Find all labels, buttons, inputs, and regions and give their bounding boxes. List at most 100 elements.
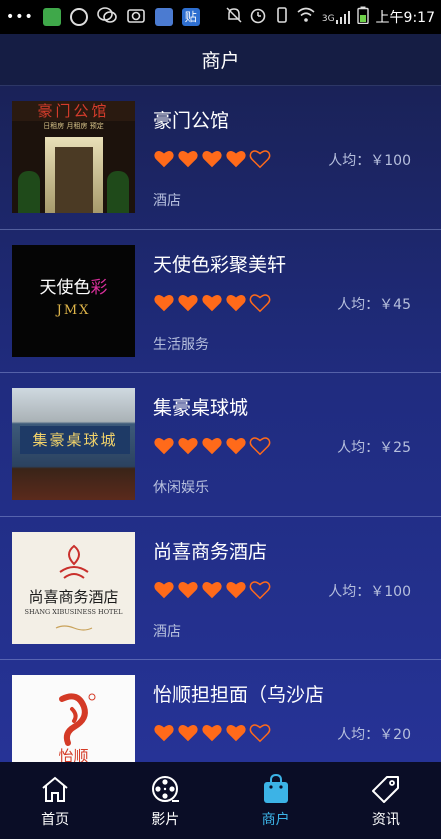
heart-filled-icon — [177, 435, 199, 457]
clock: 上午9:17 — [375, 10, 435, 26]
merchant-name: 天使色彩聚美轩 — [153, 253, 287, 276]
thumbnail-logo-text: 怡顺 — [58, 747, 89, 762]
wechat-green-icon — [42, 8, 61, 26]
tieba-icon: 贴 — [181, 8, 200, 26]
heart-filled-icon — [201, 148, 223, 170]
tab-news[interactable]: 资讯 — [331, 762, 441, 839]
rating-hearts — [153, 722, 271, 744]
merchant-name: 尚喜商务酒店 — [153, 540, 268, 563]
tab-merchants[interactable]: 商户 — [221, 762, 331, 839]
tab-home[interactable]: 首页 — [0, 762, 110, 839]
merchant-item[interactable]: 豪门公馆 日租房 月租房 预定 豪门公馆 人均：￥100 酒店 — [0, 86, 441, 230]
heart-filled-icon — [153, 148, 175, 170]
merchant-thumbnail: 集豪桌球城 — [12, 388, 135, 500]
merchant-category: 酒店 — [153, 623, 181, 640]
tab-label: 商户 — [261, 811, 290, 828]
thumbnail-sign: 豪门公馆 — [12, 101, 135, 121]
heart-filled-icon — [153, 579, 175, 601]
merchant-name: 集豪桌球城 — [153, 397, 249, 419]
heart-empty-icon — [249, 579, 271, 601]
heart-filled-icon — [177, 292, 199, 314]
cloud-icon — [154, 8, 173, 26]
page-title: 商户 — [201, 50, 240, 72]
film-reel-icon — [149, 773, 181, 805]
merchant-name: 怡顺担担面（乌沙店 — [153, 684, 325, 706]
heart-filled-icon — [153, 722, 175, 744]
thumbnail-logo-text: 天使色彩 — [12, 273, 135, 298]
thumbnail-sub: 日租房 月租房 预定 — [43, 122, 104, 130]
camera-icon — [126, 6, 146, 28]
heart-filled-icon — [225, 148, 247, 170]
merchant-thumbnail: 怡顺 — [12, 675, 135, 762]
rating-hearts — [153, 579, 271, 601]
merchant-thumbnail: 豪门公馆 日租房 月租房 预定 — [12, 101, 135, 213]
heart-filled-icon — [177, 148, 199, 170]
heart-filled-icon — [225, 579, 247, 601]
noodle-logo-icon — [59, 693, 96, 746]
merchant-list[interactable]: 豪门公馆 日租房 月租房 预定 豪门公馆 人均：￥100 酒店 天使色彩 JMX… — [0, 86, 441, 762]
tab-films[interactable]: 影片 — [110, 762, 220, 839]
gps-icon — [69, 8, 88, 26]
status-bar: ••• 贴 3G 上午9:17 — [0, 0, 441, 34]
merchant-thumbnail: 天使色彩 JMX — [12, 244, 135, 357]
merchant-item[interactable]: 尚喜商务酒店 SHANG XIBUSINESS HOTEL 尚喜商务酒店 人均：… — [0, 517, 441, 660]
thumbnail-logo-text-a: 天使色 — [39, 277, 91, 298]
alarm-icon — [249, 6, 267, 28]
rating-hearts — [153, 292, 271, 314]
shopping-bag-icon — [260, 773, 292, 805]
heart-filled-icon — [201, 435, 223, 457]
merchant-category: 生活服务 — [153, 336, 209, 353]
wifi-icon — [297, 7, 315, 27]
more-icon: ••• — [6, 9, 34, 25]
signal-icon: 3G — [322, 10, 350, 24]
heart-empty-icon — [249, 435, 271, 457]
heart-empty-icon — [249, 722, 271, 744]
rating-hearts — [153, 435, 271, 457]
network-type: 3G — [321, 14, 335, 24]
merchant-price: 人均：￥25 — [337, 440, 411, 456]
tag-icon — [370, 773, 402, 805]
bottom-tab-bar: 首页 影片 商户 资讯 — [0, 762, 441, 839]
plant-decoration — [107, 171, 129, 213]
heart-empty-icon — [249, 148, 271, 170]
merchant-item[interactable]: 天使色彩 JMX 天使色彩聚美轩 人均：￥45 生活服务 — [0, 230, 441, 373]
home-icon — [39, 773, 71, 805]
merchant-category: 休闲娱乐 — [153, 480, 209, 496]
title-bar: 商户 — [0, 34, 441, 86]
merchant-category: 酒店 — [153, 193, 181, 209]
heart-filled-icon — [153, 292, 175, 314]
battery-icon — [356, 6, 369, 28]
heart-filled-icon — [225, 722, 247, 744]
ornament-icon — [55, 624, 93, 631]
merchant-name: 豪门公馆 — [153, 110, 230, 132]
heart-filled-icon — [201, 579, 223, 601]
mute-icon — [226, 6, 242, 28]
wechat-icon — [96, 6, 117, 28]
merchant-price: 人均：￥100 — [328, 583, 411, 600]
tab-label: 资讯 — [371, 811, 400, 828]
merchant-price: 人均：￥20 — [337, 727, 411, 743]
heart-filled-icon — [225, 292, 247, 314]
heart-filled-icon — [201, 292, 223, 314]
thumbnail-sub: SHANG XIBUSINESS HOTEL — [24, 607, 123, 616]
tab-label: 影片 — [151, 811, 180, 828]
merchant-thumbnail: 尚喜商务酒店 SHANG XIBUSINESS HOTEL — [12, 531, 135, 644]
thumbnail-sub: JMX — [56, 302, 91, 318]
thumbnail-sign: 集豪桌球城 — [20, 426, 130, 454]
vibrate-icon — [274, 6, 290, 28]
rating-hearts — [153, 148, 271, 170]
merchant-item[interactable]: 怡顺 怡顺担担面（乌沙店 人均：￥20 — [0, 660, 441, 762]
merchant-price: 人均：￥100 — [328, 153, 411, 169]
plant-decoration — [18, 171, 40, 213]
heart-filled-icon — [225, 435, 247, 457]
door-decoration — [55, 147, 93, 213]
heart-filled-icon — [201, 722, 223, 744]
merchant-item[interactable]: 集豪桌球城 集豪桌球城 人均：￥25 休闲娱乐 — [0, 373, 441, 517]
heart-empty-icon — [249, 292, 271, 314]
tab-label: 首页 — [41, 811, 70, 828]
heart-filled-icon — [153, 435, 175, 457]
heart-filled-icon — [177, 579, 199, 601]
thumbnail-logo-text: 尚喜商务酒店 — [28, 587, 119, 606]
heart-filled-icon — [177, 722, 199, 744]
hotel-logo-icon — [59, 544, 89, 579]
